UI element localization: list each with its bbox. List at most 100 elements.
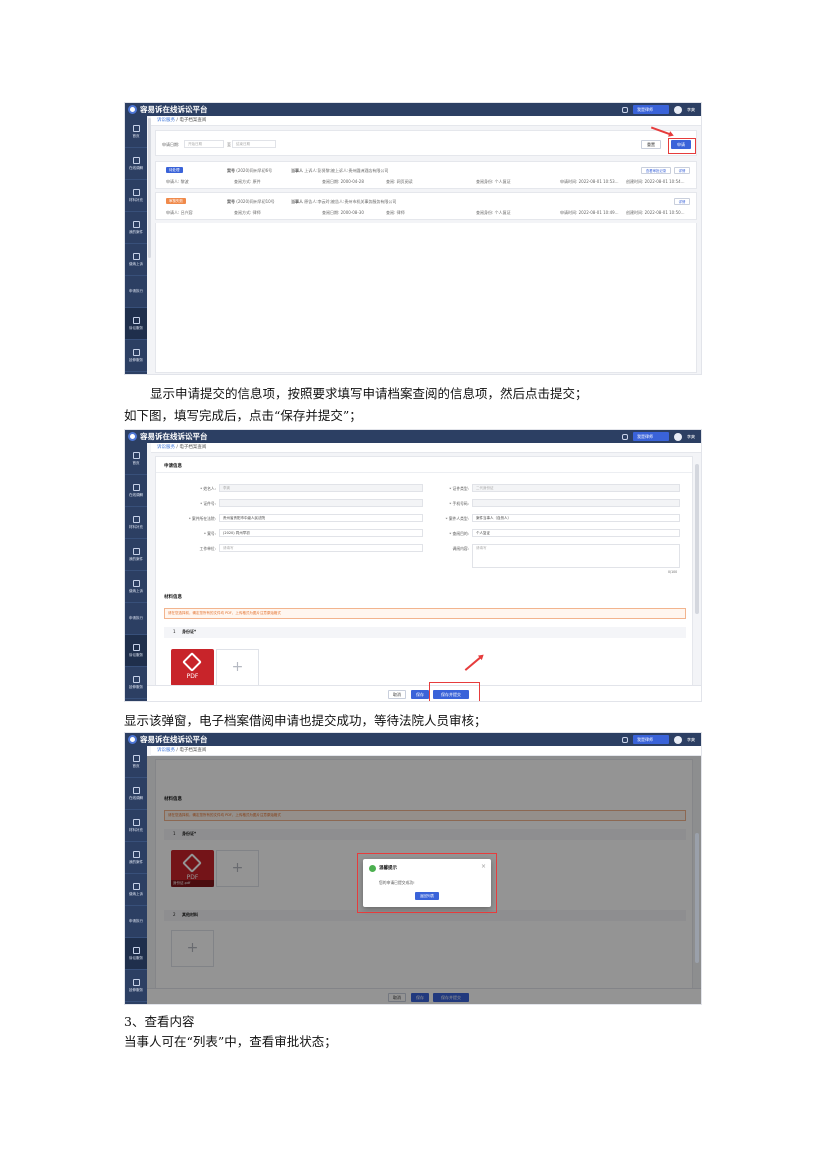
breadcrumb-home[interactable]: 诉讼服务	[157, 445, 175, 450]
view-mode: 查阅方式: 原件	[234, 179, 261, 184]
sidebar-item-cases[interactable]: 我的案件	[125, 539, 147, 571]
role-select[interactable]: 我是律师	[633, 105, 669, 114]
role-select[interactable]: 我是律师	[633, 432, 669, 441]
detail-button[interactable]: 详情	[674, 198, 690, 205]
avatar[interactable]	[674, 105, 682, 114]
sidebar-item-mediation[interactable]: 在线调解	[125, 778, 147, 810]
avatar[interactable]	[674, 735, 682, 744]
user-name: 李爽	[687, 736, 695, 742]
document-icon	[132, 156, 140, 164]
phone-input[interactable]	[472, 499, 680, 507]
sidebar-item-appeal[interactable]: 缴纳上诉	[125, 874, 147, 906]
screenshot-modal: 容易诉在线诉讼平台 我是律师 李爽 首页 在线调解 材料补充 我的案件 缴纳上诉…	[124, 732, 702, 1005]
sidebar-scrollbar[interactable]	[148, 118, 151, 258]
status-badge: 待处理	[166, 167, 183, 173]
user-icon	[132, 946, 140, 954]
role-select[interactable]: 我是律师	[633, 735, 669, 744]
material-item-header: 1 身份证*	[164, 627, 686, 638]
sidebar-item-extended[interactable]: 延伸服务	[125, 667, 147, 699]
breadcrumb-home[interactable]: 诉讼服务	[157, 748, 175, 753]
form-scrollbar[interactable]	[695, 464, 699, 614]
sidebar-item-litigation[interactable]: 诉讼服务	[125, 938, 147, 970]
bell-icon[interactable]	[622, 106, 628, 113]
id-number-input[interactable]	[219, 499, 423, 507]
date-end-input[interactable]: 结束日期	[232, 140, 276, 148]
bell-icon[interactable]	[622, 433, 628, 440]
app-title: 容易诉在线诉讼平台	[140, 735, 208, 744]
sidebar-item-mediation[interactable]: 在线调解	[125, 148, 147, 180]
work-unit-input[interactable]: 请填写	[219, 544, 423, 552]
sidebar-item-home[interactable]: 首页	[125, 746, 147, 778]
sidebar-item-litigation[interactable]: 诉讼服务	[125, 635, 147, 667]
record-card-2[interactable]: 审核失败 案号 (2020)同州早初10号 当事人 原告人:李云玲;被告人:贵州…	[155, 192, 697, 220]
sidebar-item-home[interactable]: 首页	[125, 116, 147, 148]
sidebar-item-material[interactable]: 材料补充	[125, 507, 147, 539]
app-title: 容易诉在线诉讼平台	[140, 432, 208, 441]
view-purpose: 查阅: 网页阅读	[386, 179, 413, 184]
breadcrumb-home[interactable]: 诉讼服务	[157, 118, 175, 123]
cancel-button[interactable]: 取消	[388, 690, 406, 699]
user-icon	[132, 818, 140, 826]
sidebar-item-litigation[interactable]: 诉讼服务	[125, 308, 147, 340]
name-input[interactable]: 李爽	[219, 484, 423, 492]
breadcrumb: 诉讼服务 / 电子档案查阅	[151, 746, 701, 756]
filter-label: 申请日期:	[162, 142, 180, 147]
breadcrumb: 诉讼服务 / 电子档案查阅	[151, 116, 701, 126]
home-icon	[132, 754, 140, 762]
purpose-select[interactable]: 个人复证	[472, 529, 680, 537]
reset-button[interactable]: 重置	[641, 140, 661, 149]
breadcrumb-current: 电子档案查阅	[179, 748, 207, 753]
top-bar: 容易诉在线诉讼平台 我是律师 李爽	[125, 430, 701, 443]
party-info: 当事人 原告人:李云玲;被告人:贵州市机关事务服务有限公司	[291, 199, 397, 204]
case-number-input[interactable]: (2020) 同州早初	[219, 529, 423, 537]
date-start-input[interactable]: 开始日期	[184, 140, 224, 148]
label-id-number: * 证件号:	[200, 501, 216, 506]
sidebar-item-execution[interactable]: 申请执行	[125, 603, 147, 635]
status-badge: 审核失败	[166, 198, 186, 204]
user-name: 李爽	[687, 106, 695, 112]
home-icon	[132, 451, 140, 459]
party-info: 当事人 上诉人:彭贤黎;被上诉人:贵州圆洲酒店有限公司	[291, 168, 389, 173]
sidebar-item-material[interactable]: 材料补充	[125, 810, 147, 842]
apply-time: 申请时间: 2022-08-01 10:53...	[560, 179, 619, 184]
sidebar: 首页 在线调解 材料补充 我的案件 缴纳上诉 申请执行 诉讼服务 延伸服务	[125, 443, 147, 701]
sidebar-item-extended[interactable]: 延伸服务	[125, 970, 147, 1002]
page-scrollbar[interactable]	[695, 833, 699, 963]
sidebar-item-appeal[interactable]: 缴纳上诉	[125, 244, 147, 276]
case-label: 案号 (2020)同州早初6号	[227, 168, 273, 173]
view-type: 查阅身份: 个人复证	[476, 210, 511, 215]
sidebar-item-material[interactable]: 材料补充	[125, 180, 147, 212]
logo-icon	[128, 735, 137, 744]
add-file-button[interactable]: +	[216, 649, 259, 686]
logo-icon	[128, 432, 137, 441]
material-item-label: 身份证*	[182, 629, 197, 634]
user-icon	[132, 515, 140, 523]
pdf-icon	[182, 652, 202, 672]
sidebar-item-execution[interactable]: 申请执行	[125, 906, 147, 938]
detail-button[interactable]: 详情	[674, 167, 690, 174]
court-select[interactable]: 贵州省贵阳市中级人民法院	[219, 514, 423, 522]
label-purpose: * 查阅目的:	[449, 531, 469, 536]
content-textarea[interactable]: 请填写	[472, 544, 680, 568]
grid-icon	[132, 978, 140, 986]
screenshot-list: 容易诉在线诉讼平台 我是律师 李爽 首页 在线调解 材料补充 我的案件 缴纳上诉…	[124, 102, 702, 375]
avatar[interactable]	[674, 432, 682, 441]
record-card-1[interactable]: 待处理 案号 (2020)同州早初6号 当事人 上诉人:彭贤黎;被上诉人:贵州圆…	[155, 161, 697, 189]
sidebar-item-home[interactable]: 首页	[125, 443, 147, 475]
document-icon	[132, 882, 140, 890]
sidebar-item-extended[interactable]: 延伸服务	[125, 340, 147, 372]
save-button[interactable]: 保存	[411, 690, 429, 699]
create-time: 创建时间: 2022-08-01 10:54...	[626, 179, 685, 184]
pdf-file-thumbnail[interactable]: PDF	[171, 649, 214, 686]
sidebar-item-cases[interactable]: 我的案件	[125, 842, 147, 874]
sidebar-item-execution[interactable]: 申请执行	[125, 276, 147, 308]
bell-icon[interactable]	[622, 736, 628, 743]
sidebar-item-mediation[interactable]: 在线调解	[125, 475, 147, 507]
approval-record-button[interactable]: 查看审批记录	[641, 167, 671, 174]
label-person-type: * 案件人类型:	[445, 516, 469, 521]
sidebar-item-cases[interactable]: 我的案件	[125, 212, 147, 244]
person-type-select[interactable]: 案件当事人（自然人）	[472, 514, 680, 522]
create-time: 创建时间: 2022-08-01 10:50...	[626, 210, 685, 215]
id-type-input[interactable]: 二代身份证	[472, 484, 680, 492]
sidebar-item-appeal[interactable]: 缴纳上诉	[125, 571, 147, 603]
